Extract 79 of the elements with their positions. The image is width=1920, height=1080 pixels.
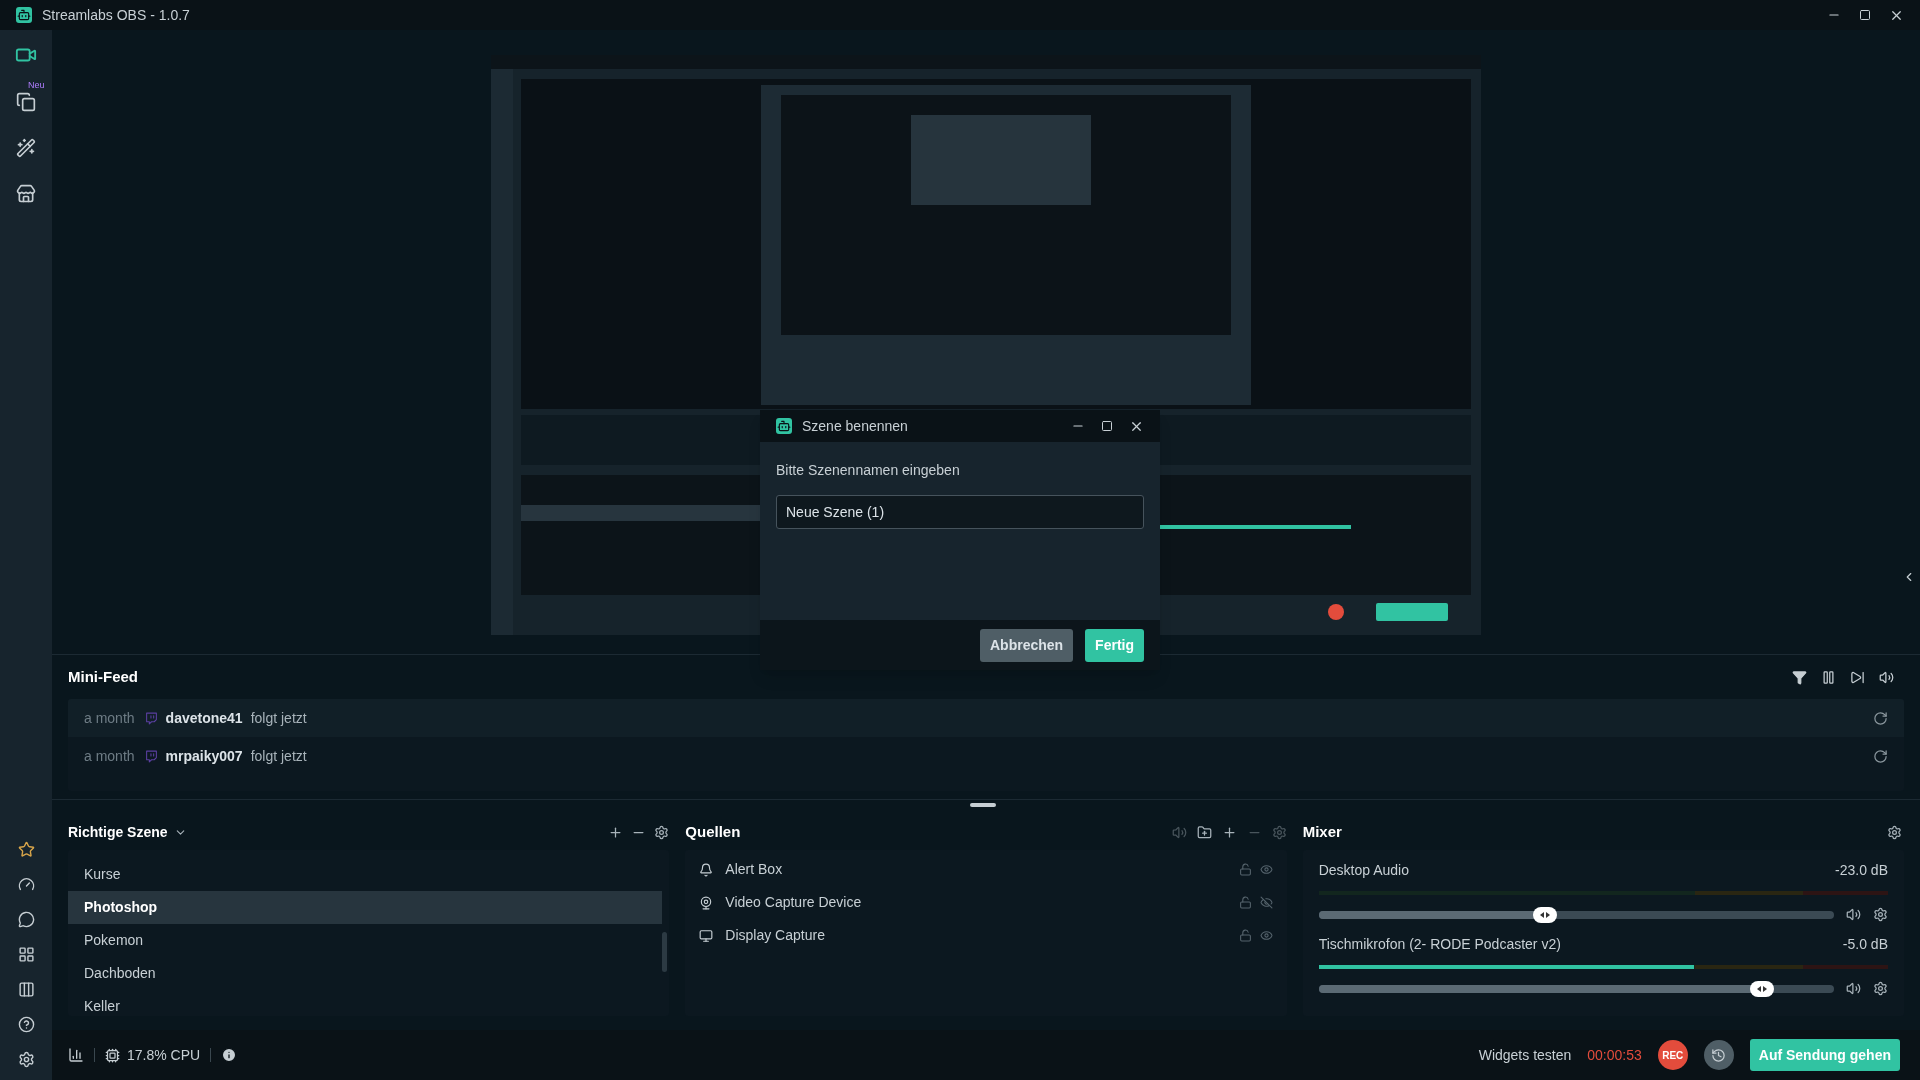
panel-title: Quellen <box>685 821 741 842</box>
pause-icon[interactable] <box>1821 669 1836 685</box>
info-icon[interactable] <box>221 1047 238 1063</box>
star-icon[interactable] <box>17 841 35 858</box>
source-name[interactable]: Alert Box <box>725 859 783 880</box>
maximize-icon[interactable] <box>1859 9 1871 21</box>
gauge-icon[interactable] <box>17 876 35 893</box>
dialog-prompt: Bitte Szenennamen eingeben <box>776 461 961 480</box>
columns-icon[interactable] <box>17 981 35 998</box>
scene-item[interactable]: Photoshop <box>68 891 663 924</box>
webcam-icon <box>699 895 714 910</box>
window-title: Streamlabs OBS - 1.0.7 <box>42 5 190 25</box>
source-name[interactable]: Video Capture Device <box>725 892 862 913</box>
app-logo-icon <box>16 7 32 23</box>
settings-icon[interactable] <box>1873 907 1888 922</box>
eye-icon[interactable] <box>1259 929 1273 942</box>
scene-item[interactable]: Kurse <box>68 858 663 891</box>
monitor-icon <box>699 928 714 943</box>
bell-icon <box>699 862 714 877</box>
eye-off-icon[interactable] <box>1259 896 1273 909</box>
panel-title: Mini-Feed <box>68 666 138 687</box>
cancel-button[interactable]: Abbrechen <box>980 628 1074 662</box>
replay-button[interactable] <box>1703 1040 1734 1070</box>
scene-item[interactable]: Keller <box>68 990 663 1016</box>
widgets-test-link[interactable]: Widgets testen <box>1478 1044 1572 1066</box>
panel-title: Mixer <box>1302 821 1342 842</box>
replay-icon[interactable] <box>1873 748 1888 764</box>
add-folder-icon[interactable] <box>1196 824 1212 840</box>
feed-time: a month <box>84 708 135 728</box>
skip-icon[interactable] <box>1850 669 1865 685</box>
channel-name: Tischmikrofon (2- RODE Podcaster v2) <box>1318 935 1561 954</box>
maximize-icon[interactable] <box>1101 420 1113 432</box>
scrollbar[interactable] <box>662 932 668 972</box>
cpu-icon <box>105 1047 120 1063</box>
channel-name: Desktop Audio <box>1318 861 1409 880</box>
volume-icon[interactable] <box>1846 981 1861 996</box>
store-icon[interactable] <box>16 184 36 204</box>
feed-action: folgt jetzt <box>250 746 307 766</box>
filter-icon[interactable] <box>1792 669 1807 685</box>
grid-icon[interactable] <box>17 946 35 963</box>
volume-icon[interactable] <box>1879 669 1894 685</box>
new-label: Neu <box>28 79 45 92</box>
chat-icon[interactable] <box>17 911 35 928</box>
feed-user: davetone41 <box>165 708 243 728</box>
add-icon[interactable] <box>1221 824 1237 840</box>
scene-collection-title[interactable]: Richtige Szene <box>68 821 168 843</box>
history-icon <box>1711 1047 1727 1063</box>
eye-icon[interactable] <box>1259 863 1273 876</box>
settings-icon[interactable] <box>654 824 670 840</box>
settings-icon[interactable] <box>17 1051 35 1068</box>
dialog-title: Szene benennen <box>802 416 908 436</box>
stream-timer: 00:00:53 <box>1587 1045 1642 1065</box>
slider-thumb[interactable] <box>1533 906 1558 923</box>
layers-icon[interactable] <box>16 92 36 112</box>
stats-icon[interactable] <box>68 1047 84 1063</box>
unlock-icon[interactable] <box>1238 896 1252 909</box>
replay-icon[interactable] <box>1873 710 1888 726</box>
unlock-icon[interactable] <box>1238 929 1252 942</box>
scene-item[interactable]: Dachboden <box>68 957 663 990</box>
record-button[interactable]: REC <box>1657 1040 1688 1070</box>
wand-icon[interactable] <box>16 138 36 158</box>
channel-reading: -23.0 dB <box>1835 861 1888 880</box>
settings-icon[interactable] <box>1887 824 1902 840</box>
channel-reading: -5.0 dB <box>1842 935 1888 954</box>
cpu-usage: 17.8% CPU <box>127 1045 201 1065</box>
source-name[interactable]: Display Capture <box>725 925 825 946</box>
feed-user: mrpaiky007 <box>165 746 243 766</box>
help-icon[interactable] <box>17 1016 35 1033</box>
app-logo-icon <box>776 418 792 434</box>
unlock-icon[interactable] <box>1238 863 1252 876</box>
feed-action: folgt jetzt <box>250 708 307 728</box>
settings-icon[interactable] <box>1873 981 1888 996</box>
scene-name-field[interactable]: Neue Szene (1) <box>776 495 1144 529</box>
slider-thumb[interactable] <box>1749 980 1774 997</box>
drag-handle[interactable] <box>970 803 996 807</box>
scene-item[interactable]: Pokemon <box>68 924 663 957</box>
volume-icon[interactable] <box>1846 907 1861 922</box>
feed-time: a month <box>84 746 135 766</box>
add-icon[interactable] <box>608 824 624 840</box>
